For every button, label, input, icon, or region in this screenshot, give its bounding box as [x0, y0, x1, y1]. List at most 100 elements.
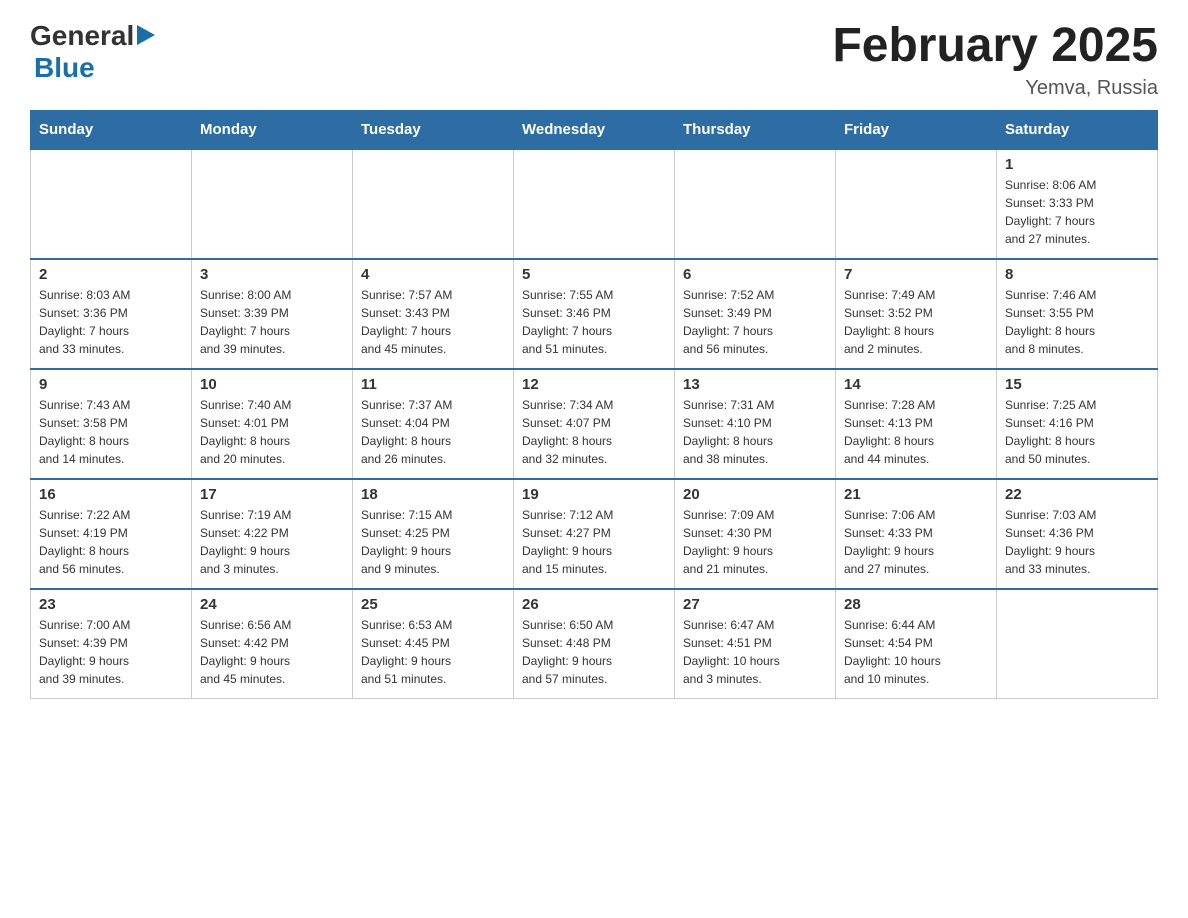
page-header: General Blue February 2025 Yemva, Russia [30, 20, 1158, 100]
day-info: Sunrise: 7:40 AM Sunset: 4:01 PM Dayligh… [200, 396, 344, 468]
weekday-header-thursday: Thursday [675, 110, 836, 149]
day-number: 21 [844, 486, 988, 503]
location-label: Yemva, Russia [832, 77, 1158, 100]
day-number: 26 [522, 596, 666, 613]
calendar-day-cell: 22 Sunrise: 7:03 AM Sunset: 4:36 PM Dayli… [997, 479, 1158, 589]
day-number: 14 [844, 376, 988, 393]
day-info: Sunrise: 8:00 AM Sunset: 3:39 PM Dayligh… [200, 286, 344, 358]
calendar-week-5: 23 Sunrise: 7:00 AM Sunset: 4:39 PM Dayli… [31, 589, 1158, 699]
day-info: Sunrise: 6:53 AM Sunset: 4:45 PM Dayligh… [361, 616, 505, 688]
day-number: 20 [683, 486, 827, 503]
day-number: 17 [200, 486, 344, 503]
day-info: Sunrise: 7:31 AM Sunset: 4:10 PM Dayligh… [683, 396, 827, 468]
calendar-day-cell: 1 Sunrise: 8:06 AM Sunset: 3:33 PM Daylig… [997, 149, 1158, 259]
weekday-header-tuesday: Tuesday [353, 110, 514, 149]
day-number: 13 [683, 376, 827, 393]
calendar-day-cell [675, 149, 836, 259]
calendar-day-cell: 9 Sunrise: 7:43 AM Sunset: 3:58 PM Daylig… [31, 369, 192, 479]
calendar-day-cell [353, 149, 514, 259]
calendar-header-row: SundayMondayTuesdayWednesdayThursdayFrid… [31, 110, 1158, 149]
calendar-day-cell: 24 Sunrise: 6:56 AM Sunset: 4:42 PM Dayli… [192, 589, 353, 699]
day-number: 16 [39, 486, 183, 503]
day-number: 1 [1005, 156, 1149, 173]
logo-arrow-icon [137, 25, 155, 45]
weekday-header-monday: Monday [192, 110, 353, 149]
calendar-day-cell: 18 Sunrise: 7:15 AM Sunset: 4:25 PM Dayli… [353, 479, 514, 589]
calendar-day-cell: 13 Sunrise: 7:31 AM Sunset: 4:10 PM Dayli… [675, 369, 836, 479]
calendar-day-cell [514, 149, 675, 259]
day-number: 22 [1005, 486, 1149, 503]
calendar-week-1: 1 Sunrise: 8:06 AM Sunset: 3:33 PM Daylig… [31, 149, 1158, 259]
day-number: 11 [361, 376, 505, 393]
day-info: Sunrise: 7:57 AM Sunset: 3:43 PM Dayligh… [361, 286, 505, 358]
day-number: 19 [522, 486, 666, 503]
calendar-day-cell: 27 Sunrise: 6:47 AM Sunset: 4:51 PM Dayli… [675, 589, 836, 699]
day-number: 5 [522, 266, 666, 283]
day-info: Sunrise: 7:28 AM Sunset: 4:13 PM Dayligh… [844, 396, 988, 468]
day-number: 4 [361, 266, 505, 283]
day-info: Sunrise: 7:15 AM Sunset: 4:25 PM Dayligh… [361, 506, 505, 578]
weekday-header-sunday: Sunday [31, 110, 192, 149]
day-number: 6 [683, 266, 827, 283]
day-number: 8 [1005, 266, 1149, 283]
day-info: Sunrise: 7:25 AM Sunset: 4:16 PM Dayligh… [1005, 396, 1149, 468]
day-info: Sunrise: 6:44 AM Sunset: 4:54 PM Dayligh… [844, 616, 988, 688]
day-number: 25 [361, 596, 505, 613]
calendar-day-cell: 3 Sunrise: 8:00 AM Sunset: 3:39 PM Daylig… [192, 259, 353, 369]
calendar-day-cell: 20 Sunrise: 7:09 AM Sunset: 4:30 PM Dayli… [675, 479, 836, 589]
day-number: 18 [361, 486, 505, 503]
day-info: Sunrise: 7:49 AM Sunset: 3:52 PM Dayligh… [844, 286, 988, 358]
day-number: 23 [39, 596, 183, 613]
weekday-header-friday: Friday [836, 110, 997, 149]
calendar-day-cell: 7 Sunrise: 7:49 AM Sunset: 3:52 PM Daylig… [836, 259, 997, 369]
calendar-week-3: 9 Sunrise: 7:43 AM Sunset: 3:58 PM Daylig… [31, 369, 1158, 479]
day-info: Sunrise: 7:46 AM Sunset: 3:55 PM Dayligh… [1005, 286, 1149, 358]
day-info: Sunrise: 7:22 AM Sunset: 4:19 PM Dayligh… [39, 506, 183, 578]
calendar-day-cell: 28 Sunrise: 6:44 AM Sunset: 4:54 PM Dayli… [836, 589, 997, 699]
calendar-day-cell: 25 Sunrise: 6:53 AM Sunset: 4:45 PM Dayli… [353, 589, 514, 699]
calendar-day-cell [31, 149, 192, 259]
calendar-day-cell [836, 149, 997, 259]
calendar-day-cell: 8 Sunrise: 7:46 AM Sunset: 3:55 PM Daylig… [997, 259, 1158, 369]
calendar-day-cell: 10 Sunrise: 7:40 AM Sunset: 4:01 PM Dayli… [192, 369, 353, 479]
weekday-header-wednesday: Wednesday [514, 110, 675, 149]
calendar-day-cell: 4 Sunrise: 7:57 AM Sunset: 3:43 PM Daylig… [353, 259, 514, 369]
calendar-day-cell: 16 Sunrise: 7:22 AM Sunset: 4:19 PM Dayli… [31, 479, 192, 589]
weekday-header-saturday: Saturday [997, 110, 1158, 149]
day-number: 15 [1005, 376, 1149, 393]
calendar-day-cell: 19 Sunrise: 7:12 AM Sunset: 4:27 PM Dayli… [514, 479, 675, 589]
calendar-day-cell: 17Sunrise: 7:19 AM Sunset: 4:22 PM Dayli… [192, 479, 353, 589]
calendar-day-cell: 14 Sunrise: 7:28 AM Sunset: 4:13 PM Dayli… [836, 369, 997, 479]
day-info: Sunrise: 7:00 AM Sunset: 4:39 PM Dayligh… [39, 616, 183, 688]
day-number: 3 [200, 266, 344, 283]
day-number: 24 [200, 596, 344, 613]
calendar-day-cell: 23 Sunrise: 7:00 AM Sunset: 4:39 PM Dayli… [31, 589, 192, 699]
day-info: Sunrise: 7:12 AM Sunset: 4:27 PM Dayligh… [522, 506, 666, 578]
calendar-day-cell: 26Sunrise: 6:50 AM Sunset: 4:48 PM Dayli… [514, 589, 675, 699]
day-info: Sunrise: 7:55 AM Sunset: 3:46 PM Dayligh… [522, 286, 666, 358]
day-info: Sunrise: 7:37 AM Sunset: 4:04 PM Dayligh… [361, 396, 505, 468]
month-title: February 2025 [832, 20, 1158, 73]
calendar-day-cell [997, 589, 1158, 699]
day-number: 27 [683, 596, 827, 613]
day-info: Sunrise: 7:03 AM Sunset: 4:36 PM Dayligh… [1005, 506, 1149, 578]
logo: General Blue [30, 20, 155, 84]
calendar-week-4: 16 Sunrise: 7:22 AM Sunset: 4:19 PM Dayli… [31, 479, 1158, 589]
calendar-day-cell: 15 Sunrise: 7:25 AM Sunset: 4:16 PM Dayli… [997, 369, 1158, 479]
day-info: Sunrise: 8:06 AM Sunset: 3:33 PM Dayligh… [1005, 176, 1149, 248]
calendar-table: SundayMondayTuesdayWednesdayThursdayFrid… [30, 110, 1158, 700]
day-number: 28 [844, 596, 988, 613]
day-info: Sunrise: 6:47 AM Sunset: 4:51 PM Dayligh… [683, 616, 827, 688]
day-info: Sunrise: 6:56 AM Sunset: 4:42 PM Dayligh… [200, 616, 344, 688]
logo-blue-text: Blue [34, 52, 95, 83]
day-number: 2 [39, 266, 183, 283]
calendar-day-cell [192, 149, 353, 259]
day-number: 10 [200, 376, 344, 393]
day-info: Sunrise: 7:09 AM Sunset: 4:30 PM Dayligh… [683, 506, 827, 578]
day-number: 9 [39, 376, 183, 393]
day-number: 7 [844, 266, 988, 283]
day-info: Sunrise: 7:43 AM Sunset: 3:58 PM Dayligh… [39, 396, 183, 468]
logo-general-text: General [30, 20, 134, 52]
day-info: Sunrise: 7:52 AM Sunset: 3:49 PM Dayligh… [683, 286, 827, 358]
calendar-day-cell: 12Sunrise: 7:34 AM Sunset: 4:07 PM Dayli… [514, 369, 675, 479]
